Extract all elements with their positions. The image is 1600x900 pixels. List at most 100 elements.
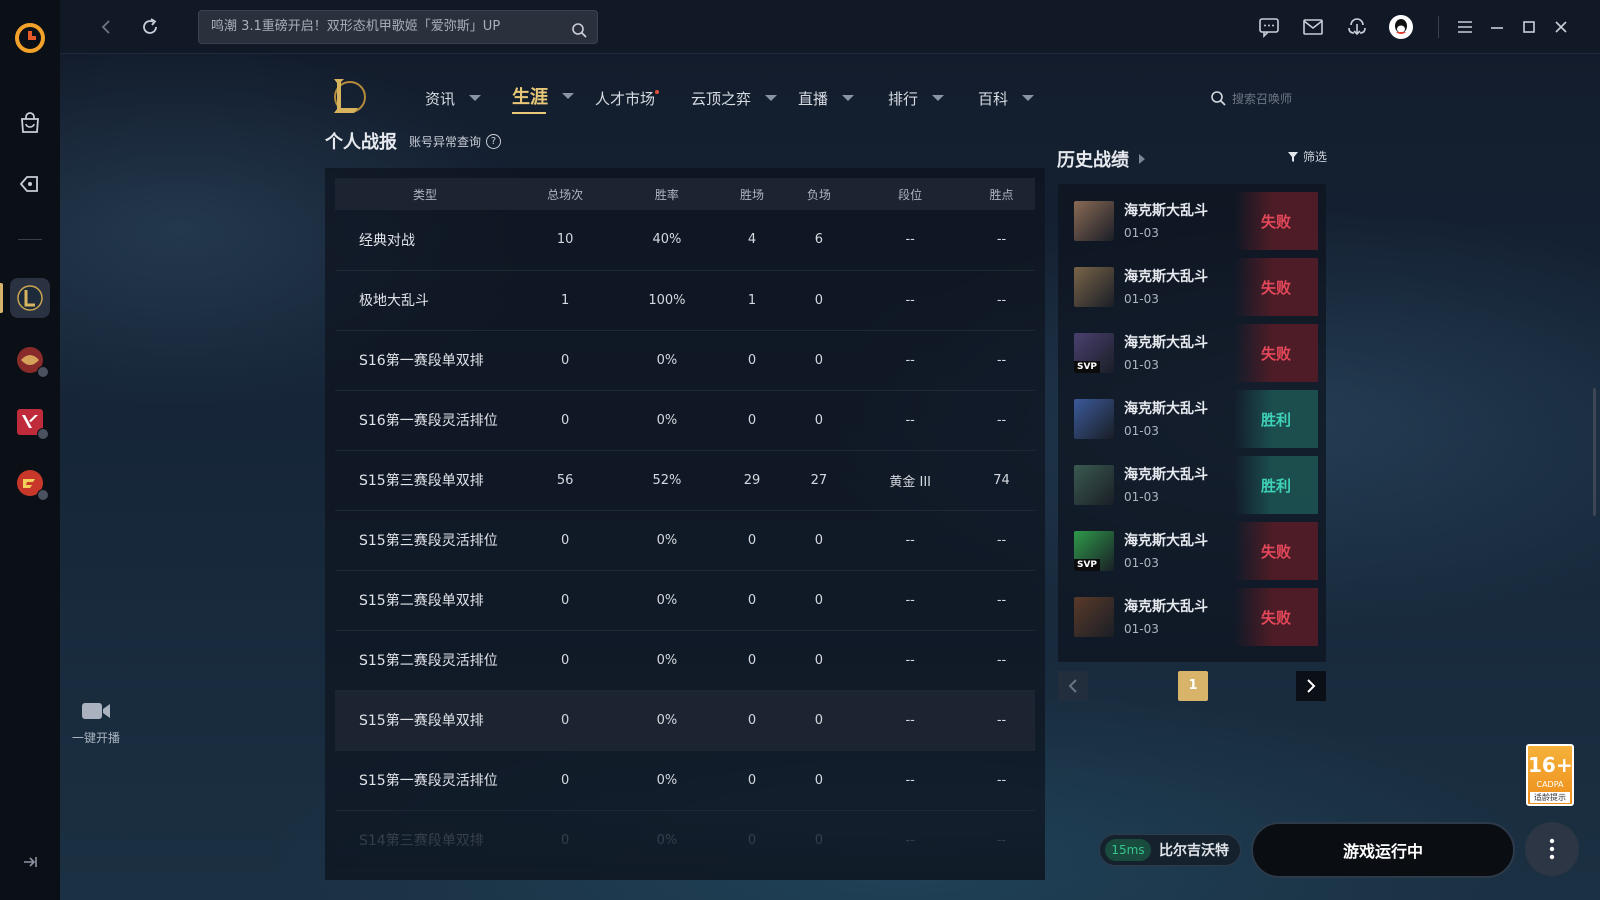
- row-type-cell: S15第二赛段灵活排位: [335, 630, 515, 691]
- row-value-cell: 0: [785, 270, 853, 331]
- row-value-cell: 0: [785, 330, 853, 391]
- close-icon[interactable]: [1548, 14, 1574, 40]
- chevron-right-icon: [1139, 154, 1145, 164]
- stats-table: 类型 总场次 胜率 胜场 负场 段位 胜点 经典对战 10 40% 4 6 -- -- 极地大…: [335, 178, 1035, 871]
- row-value-cell: --: [968, 690, 1035, 751]
- row-value-cell: 0: [515, 570, 616, 631]
- row-type-cell: 经典对战: [335, 210, 515, 271]
- global-search-input[interactable]: 鸣潮 3.1重磅开启！双形态机甲歌姬「爱弥斯」UP: [198, 10, 598, 44]
- server-selector[interactable]: 15ms 比尔吉沃特: [1099, 834, 1241, 866]
- table-row[interactable]: S15第二赛段单双排 0 0% 0 0 -- --: [335, 570, 1035, 631]
- league-logo-icon[interactable]: [328, 75, 368, 117]
- download-manager-icon[interactable]: [1344, 14, 1370, 40]
- age-rating-number: 16+: [1528, 753, 1573, 777]
- maximize-icon[interactable]: [1516, 14, 1542, 40]
- summoner-search-input[interactable]: 搜索召唤师: [1210, 86, 1330, 110]
- match-history-row[interactable]: 海克斯大乱斗 01-03 失败: [1066, 192, 1318, 250]
- one-click-live-button[interactable]: 一键开播: [60, 700, 132, 746]
- row-value-cell: 0: [515, 750, 616, 811]
- table-row[interactable]: S15第一赛段单双排 0 0% 0 0 -- --: [335, 690, 1035, 751]
- page-scrollbar[interactable]: [1593, 388, 1596, 516]
- help-icon[interactable]: ?: [486, 134, 502, 149]
- filter-button[interactable]: 筛选: [1287, 148, 1327, 165]
- row-value-cell: 0: [515, 690, 616, 751]
- match-history-title[interactable]: 历史战绩: [1057, 146, 1145, 172]
- table-row[interactable]: S15第二赛段灵活排位 0 0% 0 0 -- --: [335, 630, 1035, 691]
- row-value-cell: 0: [718, 570, 786, 631]
- rail-active-indicator: [0, 283, 3, 313]
- qq-avatar-icon[interactable]: [1388, 14, 1414, 40]
- rail-game-crossfire[interactable]: [10, 463, 50, 503]
- menu-hamburger-icon[interactable]: [1452, 14, 1478, 40]
- match-mode: 海克斯大乱斗: [1124, 335, 1208, 351]
- row-value-cell: 0: [515, 390, 616, 451]
- table-row[interactable]: S15第三赛段单双排 56 52% 29 27 黄金 III 74: [335, 450, 1035, 511]
- match-date: 01-03: [1124, 622, 1159, 636]
- row-value-cell: 56: [515, 450, 616, 511]
- row-value-cell: 0%: [615, 510, 719, 571]
- match-history-row[interactable]: 海克斯大乱斗 01-03 失败: [1066, 258, 1318, 316]
- row-value-cell: 0: [785, 510, 853, 571]
- account-anomaly-link[interactable]: 账号异常查询 ?: [409, 133, 502, 150]
- minimize-icon[interactable]: [1484, 14, 1510, 40]
- nav-tab-tft[interactable]: 云顶之弈: [691, 86, 778, 110]
- col-total: 总场次: [515, 178, 616, 210]
- chat-message-icon[interactable]: [1256, 14, 1282, 40]
- more-vertical-icon: [1549, 838, 1555, 860]
- col-winrate: 胜率: [615, 178, 719, 210]
- match-date: 01-03: [1124, 556, 1159, 570]
- more-options-button[interactable]: [1525, 822, 1579, 876]
- row-value-cell: --: [852, 570, 969, 631]
- store-bag-icon[interactable]: [15, 108, 45, 138]
- rail-game-valorant[interactable]: [10, 402, 50, 442]
- row-value-cell: 0%: [615, 570, 719, 631]
- match-result: 失败: [1234, 324, 1318, 382]
- table-row[interactable]: S16第一赛段灵活排位 0 0% 0 0 -- --: [335, 390, 1035, 451]
- match-history-row[interactable]: 海克斯大乱斗 01-03 失败: [1066, 588, 1318, 646]
- gamepad-tag-icon[interactable]: [15, 169, 45, 199]
- mail-icon[interactable]: [1300, 14, 1326, 40]
- match-history-row[interactable]: SVP 海克斯大乱斗 01-03 失败: [1066, 324, 1318, 382]
- ping-badge: 15ms: [1105, 839, 1151, 861]
- personal-stats-title: 个人战报: [325, 132, 397, 153]
- refresh-icon[interactable]: [138, 15, 162, 39]
- nav-tab-career[interactable]: 生涯: [512, 84, 574, 108]
- nav-tab-wiki[interactable]: 百科: [978, 86, 1035, 110]
- match-history-row[interactable]: 海克斯大乱斗 01-03 胜利: [1066, 456, 1318, 514]
- next-page-button[interactable]: [1296, 671, 1326, 701]
- row-value-cell: 29: [718, 450, 786, 511]
- row-value-cell: --: [852, 630, 969, 691]
- game-running-button[interactable]: 游戏运行中: [1251, 822, 1515, 878]
- row-value-cell: 100%: [615, 270, 719, 331]
- nav-tab-live[interactable]: 直播: [798, 86, 855, 110]
- match-result: 失败: [1234, 258, 1318, 316]
- collapse-sidebar-icon[interactable]: [20, 852, 40, 872]
- back-arrow-icon[interactable]: [94, 15, 118, 39]
- table-row[interactable]: 极地大乱斗 1 100% 1 0 -- --: [335, 270, 1035, 331]
- match-history-row[interactable]: 海克斯大乱斗 01-03 胜利: [1066, 390, 1318, 448]
- rail-game-lol[interactable]: [10, 278, 50, 318]
- row-type-cell: S15第一赛段单双排: [335, 690, 515, 751]
- match-mode: 海克斯大乱斗: [1124, 599, 1208, 615]
- page-number-current[interactable]: 1: [1178, 671, 1208, 701]
- app-logo-icon[interactable]: [14, 22, 46, 54]
- download-badge-icon: [37, 489, 49, 501]
- table-row[interactable]: S16第一赛段单双排 0 0% 0 0 -- --: [335, 330, 1035, 391]
- nav-tab-news[interactable]: 资讯: [425, 86, 482, 110]
- prev-page-button[interactable]: [1058, 671, 1088, 701]
- match-history-row[interactable]: SVP 海克斯大乱斗 01-03 失败: [1066, 522, 1318, 580]
- row-value-cell: --: [852, 390, 969, 451]
- table-row[interactable]: S15第三赛段灵活排位 0 0% 0 0 -- --: [335, 510, 1035, 571]
- table-row[interactable]: S15第一赛段灵活排位 0 0% 0 0 -- --: [335, 750, 1035, 811]
- champion-portrait-icon: [1074, 597, 1114, 637]
- row-value-cell: 0: [785, 630, 853, 691]
- row-value-cell: 0: [718, 390, 786, 451]
- match-mode: 海克斯大乱斗: [1124, 533, 1208, 549]
- champion-portrait-icon: [1074, 267, 1114, 307]
- nav-tab-talent-market[interactable]: 人才市场: [595, 86, 655, 110]
- search-icon[interactable]: [571, 19, 587, 51]
- table-row[interactable]: 经典对战 10 40% 4 6 -- --: [335, 210, 1035, 271]
- nav-tab-ranking[interactable]: 排行: [888, 86, 945, 110]
- rail-game-2[interactable]: [10, 340, 50, 380]
- left-rail: [0, 0, 60, 900]
